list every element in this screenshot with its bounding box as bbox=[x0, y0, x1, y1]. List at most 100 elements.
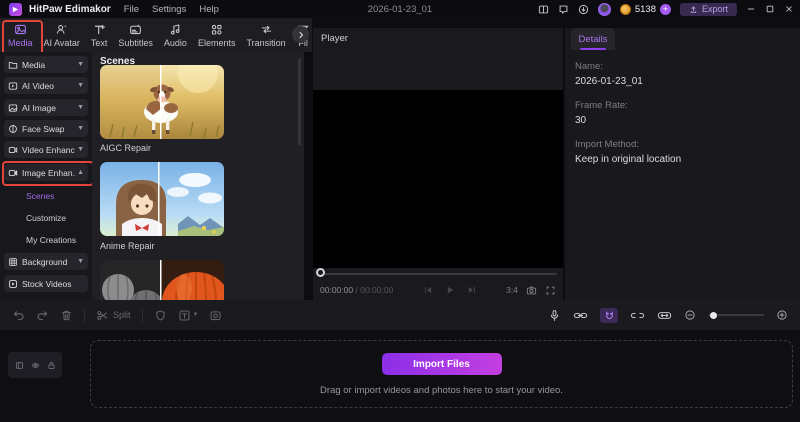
chevron-down-icon: ▼ bbox=[77, 104, 84, 111]
elements-icon bbox=[210, 23, 223, 36]
unlink-icon[interactable] bbox=[630, 309, 645, 322]
scene-thumbnail-label: Anime Repair bbox=[100, 241, 155, 251]
sidebar-subitem-my-creations[interactable]: My Creations bbox=[26, 235, 76, 245]
magnet-snap-toggle[interactable] bbox=[600, 308, 618, 323]
credits-count: 5138 bbox=[635, 4, 656, 15]
scene-thumbnail-label: AIGC Repair bbox=[100, 143, 151, 153]
export-label: Export bbox=[702, 4, 728, 14]
app-window: HitPaw Edimakor File Settings Help 2026-… bbox=[0, 0, 800, 422]
timeline-toolbar: Split ▼ bbox=[0, 300, 800, 330]
text-tool-icon bbox=[178, 309, 191, 322]
mic-icon[interactable] bbox=[548, 309, 561, 322]
redo-icon[interactable] bbox=[36, 309, 49, 322]
tab-subtitles[interactable]: Subtitles bbox=[118, 23, 153, 48]
download-icon[interactable] bbox=[578, 4, 589, 15]
menu-file[interactable]: File bbox=[124, 4, 139, 15]
chevron-down-icon: ▼ bbox=[77, 125, 84, 132]
mask-icon[interactable] bbox=[154, 309, 167, 322]
sidebar-item-stock-videos[interactable]: Stock Videos bbox=[4, 275, 88, 292]
skip-forward-icon[interactable] bbox=[467, 285, 477, 295]
trash-icon[interactable] bbox=[60, 309, 73, 322]
sidebar-item-video-enhancer[interactable]: Video Enhancer▼ bbox=[4, 141, 88, 158]
link-icon[interactable] bbox=[573, 309, 588, 322]
field-label-import-method: Import Method: bbox=[575, 139, 681, 150]
chat-icon[interactable] bbox=[558, 4, 569, 15]
timeline-zoom-slider[interactable] bbox=[708, 314, 764, 316]
tab-audio[interactable]: Audio bbox=[164, 23, 187, 48]
title-bar: HitPaw Edimakor File Settings Help 2026-… bbox=[0, 0, 800, 18]
subtitles-icon bbox=[129, 23, 142, 36]
face-swap-icon bbox=[8, 124, 18, 134]
close-icon[interactable] bbox=[784, 4, 794, 14]
tab-ai-avatar[interactable]: AI Avatar bbox=[44, 23, 80, 48]
import-files-button[interactable]: Import Files bbox=[382, 353, 502, 375]
scene-thumbnail-anime-repair[interactable] bbox=[100, 162, 224, 236]
aspect-ratio-selector[interactable]: 3:4 bbox=[506, 285, 518, 295]
text-tab-icon bbox=[93, 23, 106, 36]
tabs-overflow-button[interactable] bbox=[292, 26, 309, 43]
player-right-controls: 3:4 bbox=[506, 285, 556, 296]
user-avatar[interactable] bbox=[598, 3, 611, 16]
field-label-frame-rate: Frame Rate: bbox=[575, 100, 681, 111]
tab-text[interactable]: Text bbox=[91, 23, 108, 48]
layout-panels-icon[interactable] bbox=[538, 4, 549, 15]
player-seek-bar[interactable] bbox=[318, 273, 557, 275]
details-fields: Name: 2026-01-23_01 Frame Rate: 30 Impor… bbox=[575, 61, 681, 178]
track-header bbox=[8, 352, 62, 378]
sidebar-subitem-scenes[interactable]: Scenes bbox=[26, 191, 54, 201]
snapshot-camera-icon[interactable] bbox=[526, 285, 537, 296]
zoom-slider-handle[interactable] bbox=[710, 312, 717, 319]
menu-help[interactable]: Help bbox=[199, 4, 219, 15]
credits-badge[interactable]: 5138 + bbox=[620, 4, 671, 15]
sidebar-subitem-customize[interactable]: Customize bbox=[26, 213, 66, 223]
track-lock-icon[interactable] bbox=[47, 361, 56, 370]
chevron-up-icon: ▲ bbox=[77, 169, 84, 176]
snapshot-icon[interactable] bbox=[209, 309, 222, 322]
text-tool-button[interactable]: ▼ bbox=[178, 309, 199, 322]
app-name: HitPaw Edimakor bbox=[29, 4, 111, 15]
field-value-import-method: Keep in original location bbox=[575, 154, 681, 165]
chevron-down-icon: ▼ bbox=[77, 146, 84, 153]
tab-details[interactable]: Details bbox=[571, 28, 615, 50]
export-button[interactable]: Export bbox=[680, 3, 737, 16]
scenes-scrollbar[interactable] bbox=[298, 58, 301, 146]
toolbar-divider bbox=[142, 309, 143, 322]
sidebar-item-media[interactable]: Media▼ bbox=[4, 56, 88, 73]
tab-transition[interactable]: Transition bbox=[246, 23, 285, 48]
split-button[interactable]: Split bbox=[96, 309, 131, 322]
fullscreen-icon[interactable] bbox=[545, 285, 556, 296]
ribbon-tabs: Media AI Avatar Text Subtitles Audio bbox=[0, 18, 312, 52]
video-preview[interactable] bbox=[313, 90, 563, 268]
add-credits-button[interactable]: + bbox=[660, 4, 671, 15]
sidebar-item-ai-video[interactable]: AI Video▼ bbox=[4, 77, 88, 94]
maximize-icon[interactable] bbox=[765, 4, 775, 14]
ai-image-icon bbox=[8, 103, 18, 113]
zoom-out-icon[interactable] bbox=[684, 309, 696, 321]
media-drop-zone[interactable]: Import Files Drag or import videos and p… bbox=[90, 340, 793, 408]
undo-icon[interactable] bbox=[12, 309, 25, 322]
ai-avatar-icon bbox=[55, 23, 68, 36]
track-eye-icon[interactable] bbox=[31, 361, 40, 370]
field-value-name: 2026-01-23_01 bbox=[575, 76, 681, 87]
track-video-icon[interactable] bbox=[15, 361, 24, 370]
details-panel: Details Name: 2026-01-23_01 Frame Rate: … bbox=[565, 28, 800, 300]
scene-thumbnail-pumpkins[interactable] bbox=[100, 260, 224, 300]
field-label-name: Name: bbox=[575, 61, 681, 72]
menu-settings[interactable]: Settings bbox=[152, 4, 186, 15]
fit-timeline-icon[interactable] bbox=[657, 309, 672, 322]
sidebar-item-image-enhancer[interactable]: Image Enhan...▲ bbox=[4, 164, 88, 181]
tab-media[interactable]: Media bbox=[8, 23, 33, 48]
scene-thumbnail-aigc-repair[interactable] bbox=[100, 65, 224, 139]
sidebar-item-background[interactable]: Background▼ bbox=[4, 253, 88, 270]
player-seek-handle[interactable] bbox=[316, 268, 325, 277]
zoom-in-icon[interactable] bbox=[776, 309, 788, 321]
sidebar-item-face-swap[interactable]: Face Swap▼ bbox=[4, 120, 88, 137]
minimize-icon[interactable] bbox=[746, 4, 756, 14]
sidebar-item-ai-image[interactable]: AI Image▼ bbox=[4, 99, 88, 116]
player-title: Player bbox=[321, 33, 348, 44]
tab-elements[interactable]: Elements bbox=[198, 23, 236, 48]
toolbar-right-group bbox=[548, 308, 788, 323]
player-timecode: 00:00:00 / 00:00:00 bbox=[320, 285, 393, 295]
play-icon[interactable] bbox=[445, 285, 455, 295]
skip-back-icon[interactable] bbox=[423, 285, 433, 295]
